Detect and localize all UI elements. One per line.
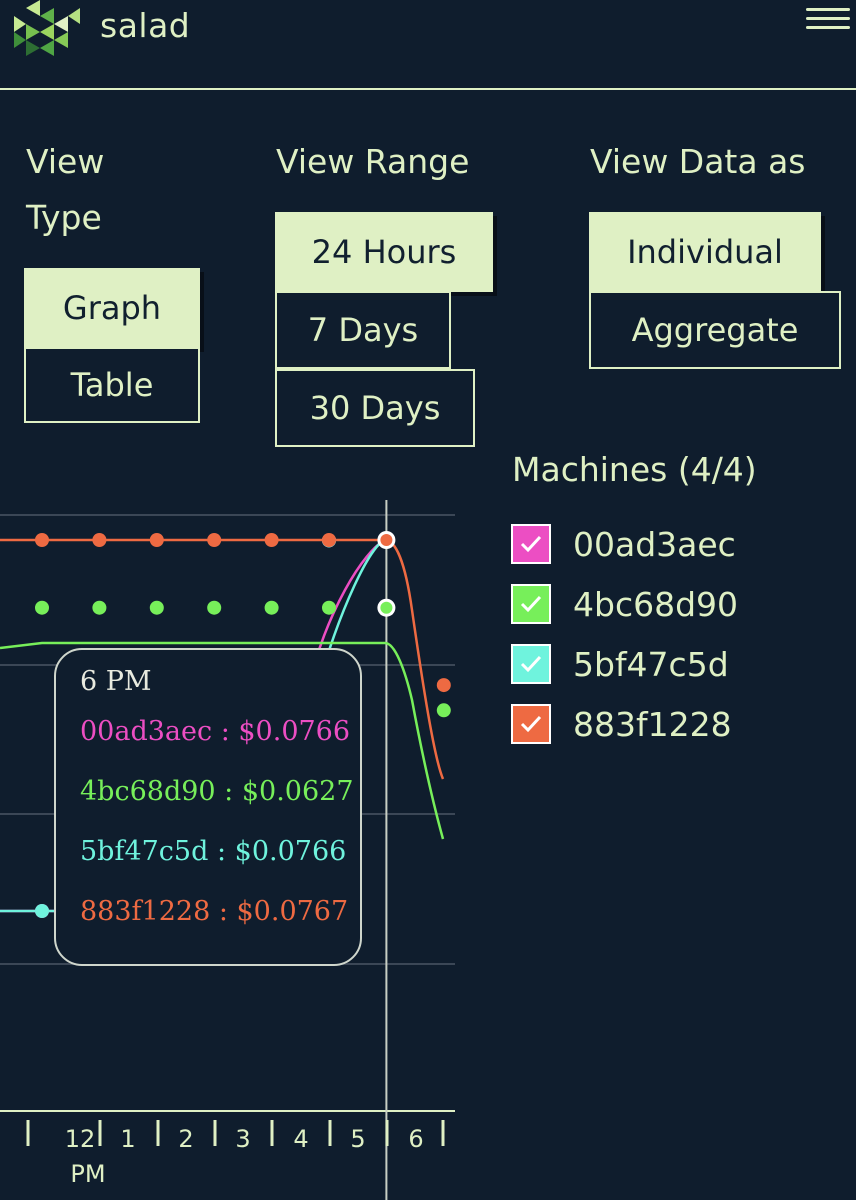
legend-item-4bc68d90[interactable]: 4bc68d90 [511, 584, 738, 624]
legend-item-883f1228[interactable]: 883f1228 [511, 704, 732, 744]
legend-label: 00ad3aec [573, 524, 736, 564]
range-7-days-button[interactable]: 7 Days [275, 291, 451, 369]
legend-checkbox[interactable] [511, 704, 551, 744]
x-tick-label: 1 [120, 1125, 135, 1153]
chart-tooltip: 6 PM 00ad3aec : $0.0766 4bc68d90 : $0.062… [54, 648, 362, 966]
view-data-as-label: View Data as [590, 142, 806, 181]
salad-logo-icon[interactable] [10, 0, 86, 62]
x-tick-sublabel: PM [70, 1160, 105, 1188]
data-point-4bc68d90 [149, 600, 164, 615]
data-point-4bc68d90 [322, 600, 336, 615]
machines-legend-title: Machines (4/4) [512, 450, 757, 489]
view-type-table-button[interactable]: Table [24, 347, 200, 423]
data-point-883f1228 [92, 533, 107, 547]
checkmark-icon [520, 595, 542, 613]
legend-label: 4bc68d90 [573, 584, 739, 624]
x-tick-label: 6 [408, 1125, 423, 1153]
legend-item-5bf47c5d[interactable]: 5bf47c5d [511, 644, 729, 684]
data-point-5bf47c5d [35, 904, 49, 918]
legend-checkbox[interactable] [511, 584, 551, 624]
data-aggregate-button[interactable]: Aggregate [589, 291, 841, 369]
tooltip-row-4bc68d90: 4bc68d90 : $0.0627 [80, 776, 354, 807]
data-point-4bc68d90 [436, 703, 451, 718]
tooltip-row-883f1228: 883f1228 : $0.0767 [80, 896, 349, 927]
data-point-883f1228 [207, 533, 222, 547]
legend-label: 883f1228 [573, 704, 732, 744]
hamburger-menu-icon[interactable] [806, 2, 850, 42]
data-point-883f1228 [436, 678, 451, 693]
legend-label: 5bf47c5d [573, 644, 729, 684]
data-point-883f1228 [149, 533, 164, 547]
data-point-883f1228 [35, 533, 49, 547]
x-tick-label: 4 [293, 1125, 308, 1153]
data-point-4bc68d90 [92, 600, 107, 615]
checkmark-icon [520, 535, 542, 553]
range-24-hours-button[interactable]: 24 Hours [275, 212, 493, 292]
brand-name: salad [100, 6, 191, 45]
checkmark-icon [520, 655, 542, 673]
x-tick-label: 2 [178, 1125, 193, 1153]
data-point-883f1228 [264, 533, 279, 547]
hover-point-inner-4bc68d90 [380, 601, 393, 614]
tooltip-row-5bf47c5d: 5bf47c5d : $0.0766 [80, 836, 347, 867]
x-tick-label: 5 [350, 1125, 365, 1153]
tooltip-time: 6 PM [80, 666, 152, 697]
legend-checkbox[interactable] [511, 644, 551, 684]
view-range-label: View Range [276, 142, 470, 181]
data-point-4bc68d90 [207, 600, 222, 615]
x-tick-label: 3 [235, 1125, 250, 1153]
data-point-883f1228 [322, 533, 336, 547]
x-tick-label: 12 [65, 1125, 96, 1153]
legend-checkbox[interactable] [511, 524, 551, 564]
data-individual-button[interactable]: Individual [589, 212, 821, 292]
view-type-graph-button[interactable]: Graph [24, 268, 200, 348]
view-type-label: View Type [26, 142, 105, 238]
hover-point-inner-883f1228 [380, 534, 393, 546]
tooltip-row-00ad3aec: 00ad3aec : $0.0766 [80, 716, 351, 747]
checkmark-icon [520, 715, 542, 733]
data-point-4bc68d90 [264, 600, 279, 615]
range-30-days-button[interactable]: 30 Days [275, 369, 475, 447]
app-header: salad [0, 0, 856, 90]
legend-item-00ad3aec[interactable]: 00ad3aec [511, 524, 736, 564]
data-point-4bc68d90 [35, 600, 49, 615]
